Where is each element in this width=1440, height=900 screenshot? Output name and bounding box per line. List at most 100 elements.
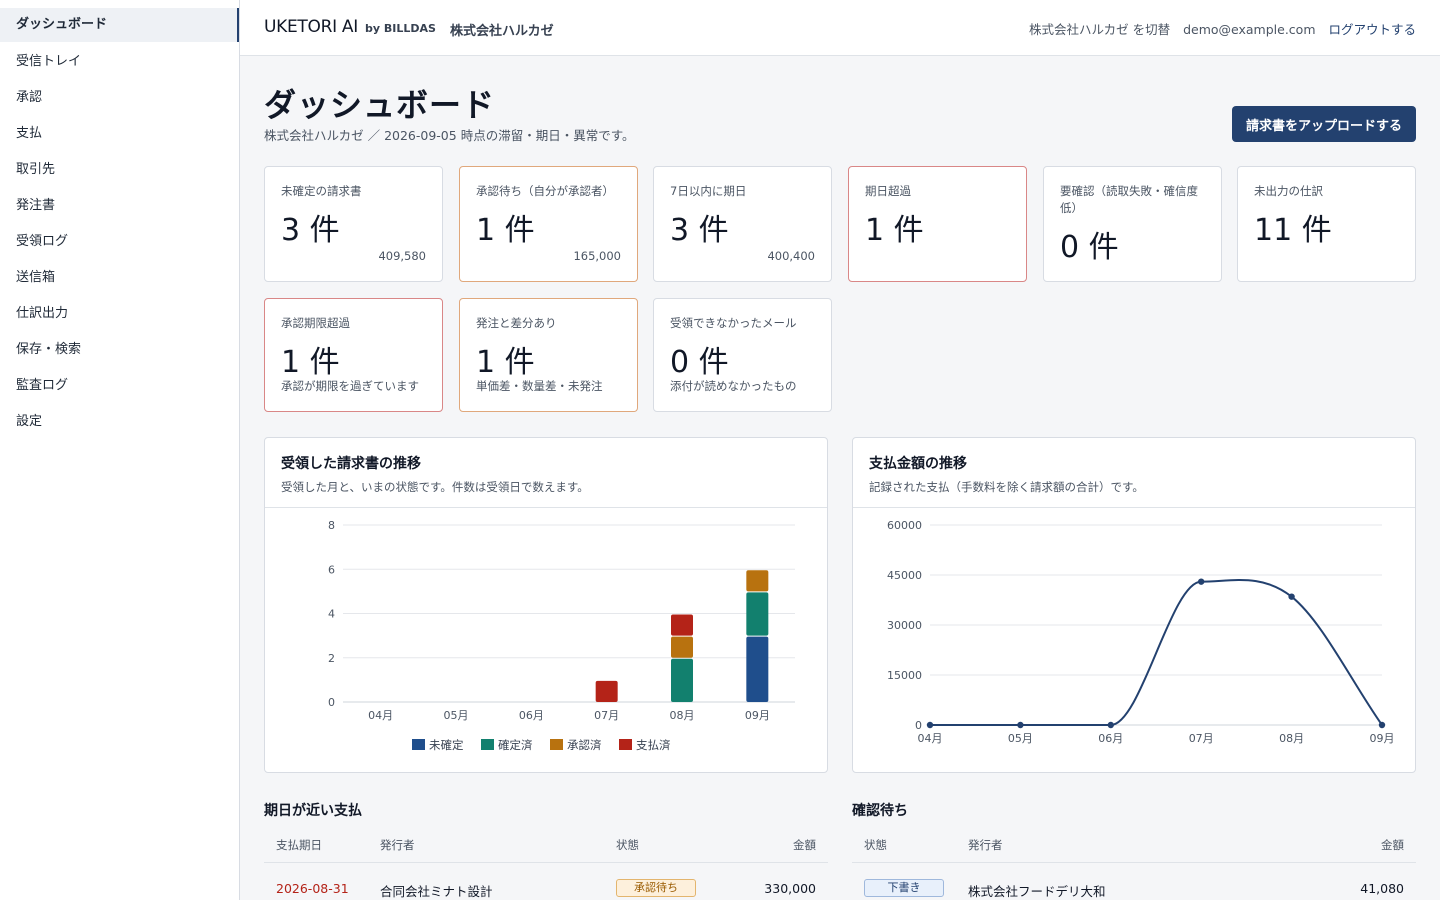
x-tick-label: 08月 [1279,732,1304,745]
data-point [1288,593,1295,600]
column-header[interactable]: 状態 [616,837,639,853]
current-company: 株式会社ハルカゼ [450,24,554,39]
app-logo[interactable]: UKETORI AI [264,17,358,37]
stat-value: 1 件 [476,213,535,248]
issuer-link[interactable]: 合同会社ミナト設計 [380,881,493,900]
y-tick-label: 8 [328,519,335,532]
bar-segment [671,658,693,702]
column-header[interactable]: 発行者 [380,837,415,853]
page-subtitle: 株式会社ハルカゼ ／ 2026-09-05 時点の滞留・期日・異常です。 [264,128,635,143]
sidebar-item-approval[interactable]: 承認 [0,80,239,116]
stat-card-po-mismatch[interactable]: 発注と差分あり 1 件 単価差・数量差・未発注 [459,298,638,412]
stat-label: 期日超過 [865,184,911,198]
y-tick-label: 60000 [887,519,922,532]
bar-segment [671,614,693,636]
user-email: demo@example.com [1183,22,1316,37]
stat-card-due-7days[interactable]: 7日以内に期日 3 件 400,400 [653,166,832,282]
sidebar-item-journal-export[interactable]: 仕訳出力 [0,296,239,332]
sidebar-item-archive-search[interactable]: 保存・検索 [0,332,239,368]
stat-note: 承認が期限を過ぎています [281,379,419,393]
sidebar-item-payments[interactable]: 支払 [0,116,239,152]
due-payments-table: 支払期日 発行者 状態 金額 2026-08-31 合同会社ミナト設計 承認待ち… [264,837,828,900]
logout-link[interactable]: ログアウトする [1328,22,1416,37]
stat-note: 添付が読めなかったもの [670,379,797,393]
stat-amount: 165,000 [573,249,621,263]
sidebar-item-purchase-orders[interactable]: 発注書 [0,188,239,224]
panel-title: 受領した請求書の推移 [281,456,421,472]
app-logo-sub: by BILLDAS [365,22,436,35]
panel-subtitle: 記録された支払（手数料を除く請求額の合計）です。 [869,480,1144,494]
due-date-cell: 2026-08-31 [276,881,349,896]
legend-label: 承認済 [567,738,602,752]
y-tick-label: 2 [328,652,335,665]
column-header[interactable]: 金額 [793,837,816,853]
panel-subtitle: 受領した月と、いまの状態です。件数は受領日で数えます。 [281,480,589,494]
y-tick-label: 0 [328,696,335,709]
stat-label: 受領できなかったメール [670,316,797,330]
legend-swatch [412,739,425,750]
column-header[interactable]: 状態 [864,837,887,853]
sidebar-item-vendors[interactable]: 取引先 [0,152,239,188]
received-invoices-panel: 受領した請求書の推移 受領した月と、いまの状態です。件数は受領日で数えます。 0… [264,437,828,773]
sidebar: ダッシュボード 受信トレイ 承認 支払 取引先 発注書 受領ログ 送信箱 仕訳出… [0,0,240,900]
stat-amount: 409,580 [378,249,426,263]
data-point [1378,721,1386,729]
bar-segment [746,570,769,592]
stat-amount: 400,400 [767,249,815,263]
status-badge: 承認待ち [616,879,696,897]
stat-label: 未出力の仕訳 [1254,184,1323,198]
page-title: ダッシュボード [264,86,496,124]
legend-swatch [481,739,494,750]
sidebar-item-receipt-log[interactable]: 受領ログ [0,224,239,260]
x-tick-label: 07月 [1189,732,1214,745]
x-tick-label: 06月 [519,709,544,722]
column-header[interactable]: 支払期日 [276,837,322,853]
issuer-link[interactable]: 株式会社フードデリ大和 [968,881,1106,900]
stat-card-failed-emails[interactable]: 受領できなかったメール 0 件 添付が読めなかったもの [653,298,832,412]
stat-label: 発注と差分あり [476,316,557,330]
table-divider [264,862,828,863]
stat-note: 単価差・数量差・未発注 [476,379,603,393]
stat-value: 1 件 [281,345,340,380]
stat-card-unexported-journals[interactable]: 未出力の仕訳 11 件 [1237,166,1416,282]
stat-value: 1 件 [865,213,924,248]
column-header[interactable]: 発行者 [968,837,1003,853]
stat-card-awaiting-approval[interactable]: 承認待ち（自分が承認者） 1 件 165,000 [459,166,638,282]
y-tick-label: 45000 [887,569,922,582]
stat-card-needs-review[interactable]: 要確認（読取失敗・確信度低） 0 件 [1043,166,1222,282]
stat-card-approval-overdue[interactable]: 承認期限超過 1 件 承認が期限を過ぎています [264,298,443,412]
stat-card-overdue[interactable]: 期日超過 1 件 [848,166,1027,282]
x-tick-label: 07月 [594,709,619,722]
legend-swatch [550,739,563,750]
column-header[interactable]: 金額 [1381,837,1404,853]
bar-segment [595,680,618,702]
x-tick-label: 09月 [745,709,770,722]
stat-label: 承認期限超過 [281,316,350,330]
y-tick-label: 15000 [887,669,922,682]
legend-label: 確定済 [498,738,533,752]
sidebar-item-audit-log[interactable]: 監査ログ [0,368,239,404]
x-tick-label: 08月 [670,709,695,722]
legend-label: 未確定 [429,738,464,752]
pending-review-table: 状態 発行者 金額 下書き 株式会社フードデリ大和 41,080 [852,837,1416,900]
series-line [930,579,1383,726]
sidebar-item-settings[interactable]: 設定 [0,404,239,440]
sidebar-item-dashboard[interactable]: ダッシュボード [0,8,239,42]
pending-review-title: 確認待ち [852,803,908,819]
amount-cell: 330,000 [764,881,816,896]
x-tick-label: 04月 [368,709,393,722]
sidebar-item-inbox[interactable]: 受信トレイ [0,44,239,80]
y-tick-label: 0 [915,719,922,732]
sidebar-item-outbox[interactable]: 送信箱 [0,260,239,296]
stat-label: 要確認（読取失敗・確信度低） [1060,184,1198,215]
payments-panel: 支払金額の推移 記録された支払（手数料を除く請求額の合計）です。 0 15000 3… [852,437,1416,773]
stat-value: 3 件 [281,213,340,248]
panel-title: 支払金額の推移 [869,456,967,472]
upload-invoice-button[interactable]: 請求書をアップロードする [1232,106,1416,142]
due-payments-title: 期日が近い支払 [264,803,362,819]
switch-company-link[interactable]: 株式会社ハルカゼ を切替 [1029,22,1170,37]
stat-value: 0 件 [1060,230,1119,265]
stat-label: 7日以内に期日 [670,184,747,198]
top-header: UKETORI AI by BILLDAS 株式会社ハルカゼ 株式会社ハルカゼ … [240,0,1440,56]
stat-card-unconfirmed[interactable]: 未確定の請求書 3 件 409,580 [264,166,443,282]
